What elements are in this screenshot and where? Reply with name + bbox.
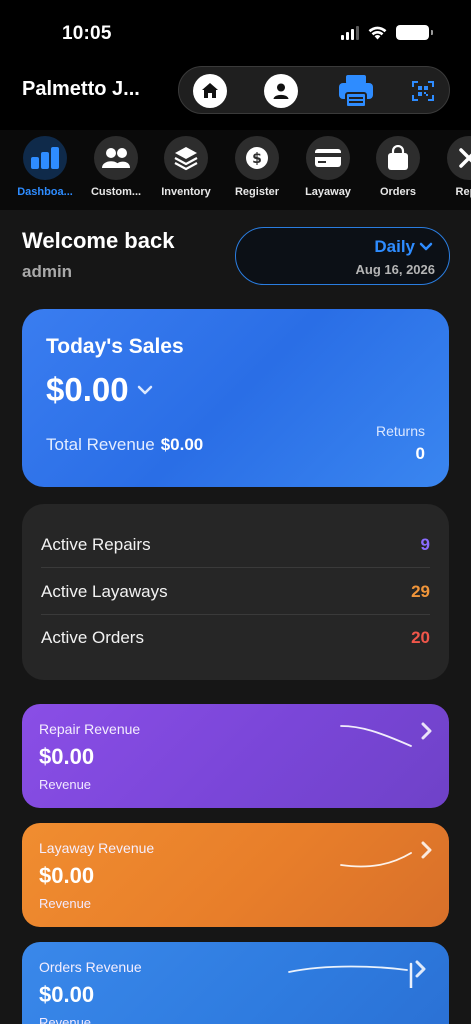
layaway-revenue-card[interactable]: Layaway Revenue $0.00 Revenue	[22, 823, 449, 927]
chevron-right-icon	[421, 722, 432, 740]
module-nav: Dashboa... Custom... Inventory $ Registe…	[0, 130, 471, 210]
nav-orders[interactable]: Orders	[362, 136, 434, 198]
header-actions	[178, 66, 450, 114]
sales-amount[interactable]: $0.00	[46, 371, 153, 409]
revenue-amount: $0.00	[39, 982, 95, 1007]
bar-chart-icon	[31, 147, 59, 169]
nav-customers[interactable]: Custom...	[80, 136, 152, 198]
nav-label: Repa	[455, 186, 471, 198]
nav-label: Orders	[379, 186, 417, 198]
active-stats-card: Active Repairs 9 Active Layaways 29 Acti…	[22, 504, 449, 680]
stat-label: Active Repairs	[41, 534, 151, 554]
card-icon	[315, 149, 341, 167]
dollar-icon: $	[246, 147, 268, 169]
dashboard-content: Welcome back admin Daily Aug 16, 2026 To…	[0, 210, 471, 1024]
nav-label: Inventory	[161, 186, 211, 198]
scan-icon	[412, 81, 434, 101]
revenue-amount: $0.00	[39, 863, 95, 888]
total-revenue-value: $0.00	[160, 435, 204, 454]
status-time: 10:05	[62, 23, 112, 44]
sparkline-icon	[288, 962, 413, 988]
returns-value: 0	[415, 444, 425, 463]
stat-value: 20	[411, 628, 430, 647]
nav-layaway[interactable]: Layaway	[292, 136, 364, 198]
status-icons	[341, 25, 433, 40]
customers-icon	[102, 148, 130, 168]
app-header: Palmetto J...	[0, 66, 471, 116]
revenue-amount: $0.00	[39, 744, 95, 769]
revenue-title: Repair Revenue	[39, 721, 141, 737]
stat-value: 29	[411, 581, 430, 601]
stat-label: Active Layaways	[41, 581, 168, 601]
sparkline-icon	[340, 725, 412, 747]
revenue-subtitle: Revenue	[39, 777, 92, 792]
todays-sales-card[interactable]: Today's Sales $0.00 Total Revenue $0.00 R…	[22, 309, 449, 487]
chevron-right-icon	[421, 841, 432, 859]
nav-repairs[interactable]: Repa	[433, 136, 471, 198]
welcome-title: Welcome back	[22, 228, 175, 253]
revenue-title: Orders Revenue	[39, 959, 142, 975]
layers-icon	[174, 147, 198, 171]
sparkline-icon	[340, 852, 412, 868]
chevron-right-icon	[415, 960, 426, 978]
home-icon	[202, 83, 218, 98]
nav-label: Custom...	[90, 186, 142, 198]
nav-label: Dashboa...	[17, 186, 73, 198]
date-mode-label: Daily	[374, 237, 415, 256]
print-button[interactable]	[336, 74, 376, 108]
chevron-down-icon	[419, 242, 433, 251]
orders-revenue-card[interactable]: Orders Revenue $0.00 Revenue	[22, 942, 449, 1024]
date-mode: Daily	[374, 237, 433, 257]
sales-title: Today's Sales	[46, 335, 184, 358]
profile-button[interactable]	[264, 74, 298, 108]
stat-value: 9	[420, 534, 430, 554]
nav-label: Layaway	[305, 186, 351, 198]
wifi-icon	[368, 26, 387, 39]
printer-icon	[339, 75, 373, 108]
returns-label: Returns	[375, 423, 425, 439]
stat-label: Active Orders	[41, 628, 144, 647]
date-picker[interactable]: Daily Aug 16, 2026	[235, 227, 450, 285]
stat-active-layaways[interactable]: Active Layaways 29	[41, 569, 430, 615]
battery-icon	[396, 25, 433, 40]
user-icon	[273, 83, 289, 99]
stat-active-repairs[interactable]: Active Repairs 9	[41, 522, 430, 568]
total-revenue-label: Total Revenue	[46, 435, 155, 454]
username: admin	[22, 262, 73, 281]
home-button[interactable]	[193, 74, 227, 108]
revenue-subtitle: Revenue	[39, 1015, 92, 1024]
revenue-title: Layaway Revenue	[39, 840, 155, 856]
nav-dashboard[interactable]: Dashboa...	[9, 136, 81, 198]
svg-text:$: $	[252, 151, 262, 167]
total-revenue: Total Revenue $0.00	[46, 435, 203, 455]
repair-revenue-card[interactable]: Repair Revenue $0.00 Revenue	[22, 704, 449, 808]
revenue-subtitle: Revenue	[39, 896, 92, 911]
selected-date: Aug 16, 2026	[355, 262, 436, 277]
signal-icon	[341, 25, 359, 40]
stat-active-orders[interactable]: Active Orders 20	[41, 615, 430, 661]
nav-inventory[interactable]: Inventory	[150, 136, 222, 198]
scan-button[interactable]	[406, 74, 440, 108]
tools-icon	[459, 148, 471, 168]
chevron-down-icon	[137, 385, 152, 395]
store-name[interactable]: Palmetto J...	[22, 78, 140, 101]
sales-amount-value: $0.00	[46, 371, 129, 408]
bag-icon	[388, 145, 408, 170]
status-bar: 10:05	[0, 0, 471, 66]
nav-register[interactable]: $ Register	[221, 136, 293, 198]
nav-label: Register	[234, 186, 280, 198]
